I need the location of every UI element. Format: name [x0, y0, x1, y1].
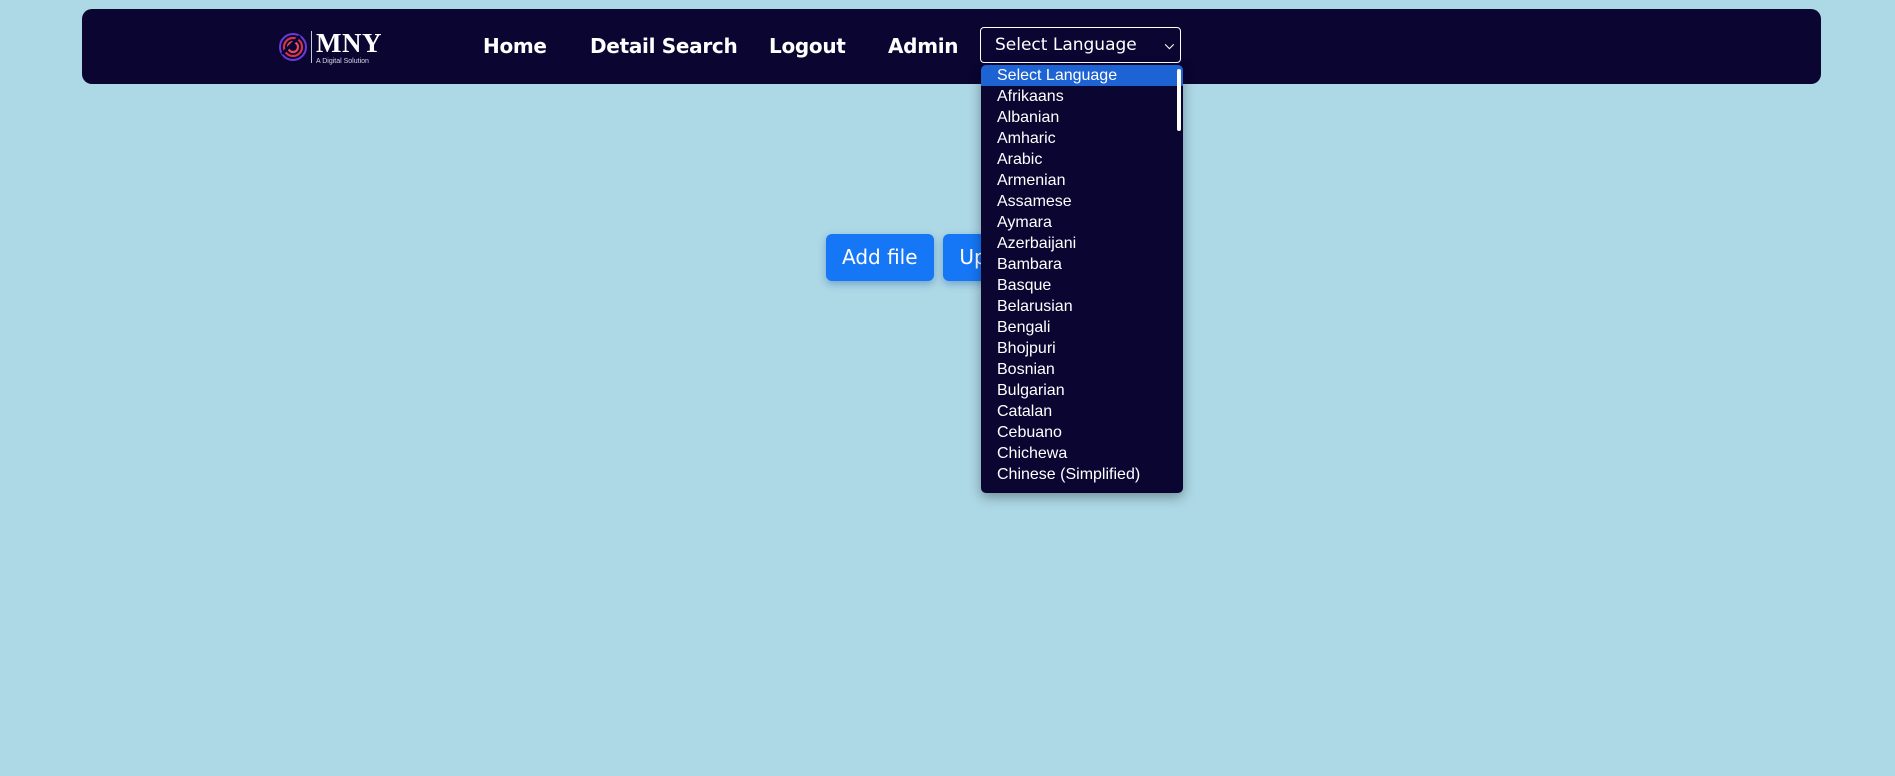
- language-option[interactable]: Chinese (Simplified): [981, 464, 1183, 485]
- language-option[interactable]: Armenian: [981, 170, 1183, 191]
- language-option[interactable]: Belarusian: [981, 296, 1183, 317]
- language-option[interactable]: Assamese: [981, 191, 1183, 212]
- logo-divider: [311, 31, 312, 63]
- language-option[interactable]: Chichewa: [981, 443, 1183, 464]
- logo-swirl-icon: [279, 33, 307, 61]
- language-option[interactable]: Bengali: [981, 317, 1183, 338]
- language-option[interactable]: Aymara: [981, 212, 1183, 233]
- logo[interactable]: MNY A Digital Solution: [278, 27, 382, 65]
- language-option[interactable]: Bhojpuri: [981, 338, 1183, 359]
- language-option[interactable]: Basque: [981, 275, 1183, 296]
- navbar: MNY A Digital Solution Home Detail Searc…: [82, 9, 1821, 84]
- add-file-button[interactable]: Add file: [826, 234, 934, 281]
- chevron-down-icon: ⌵: [1164, 38, 1174, 52]
- language-option[interactable]: Bulgarian: [981, 380, 1183, 401]
- language-option[interactable]: Cebuano: [981, 422, 1183, 443]
- language-option[interactable]: Amharic: [981, 128, 1183, 149]
- language-option[interactable]: Albanian: [981, 107, 1183, 128]
- language-options: Select Language Afrikaans Albanian Amharic A…: [981, 65, 1183, 485]
- language-option[interactable]: Arabic: [981, 149, 1183, 170]
- language-option[interactable]: Bosnian: [981, 359, 1183, 380]
- language-option[interactable]: Azerbaijani: [981, 233, 1183, 254]
- language-dropdown-list: Select Language Afrikaans Albanian Amharic A…: [981, 65, 1183, 493]
- language-option[interactable]: Bambara: [981, 254, 1183, 275]
- nav-home-link[interactable]: Home: [483, 31, 547, 61]
- language-option[interactable]: Select Language: [981, 65, 1183, 86]
- language-option[interactable]: Afrikaans: [981, 86, 1183, 107]
- nav-detail-search-link[interactable]: Detail Search: [590, 31, 738, 61]
- logo-title: MNY: [316, 27, 382, 58]
- language-option[interactable]: Catalan: [981, 401, 1183, 422]
- logo-text: MNY A Digital Solution: [316, 27, 382, 65]
- language-select[interactable]: Select Language ⌵: [980, 27, 1181, 63]
- dropdown-scrollbar[interactable]: [1177, 69, 1181, 131]
- logo-subtitle: A Digital Solution: [316, 57, 369, 65]
- nav-admin-link[interactable]: Admin: [888, 31, 959, 61]
- nav-logout-link[interactable]: Logout: [769, 31, 846, 61]
- language-select-value: Select Language: [995, 35, 1137, 55]
